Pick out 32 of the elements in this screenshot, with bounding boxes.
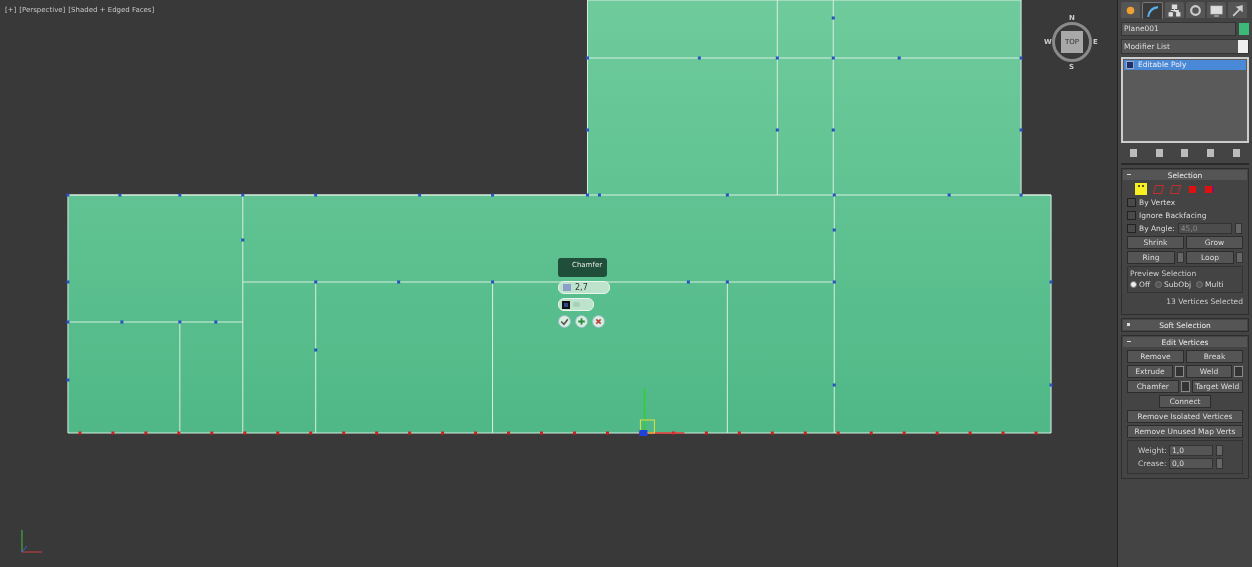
curve-icon xyxy=(1146,4,1159,18)
ring-icon xyxy=(1189,3,1202,17)
group-toggle[interactable] xyxy=(562,300,570,309)
utilities-tab[interactable] xyxy=(1228,2,1247,18)
axis-tripod-icon xyxy=(21,529,43,553)
vertex-mode-icon[interactable] xyxy=(1135,183,1147,195)
settings-icon[interactable] xyxy=(1180,381,1190,392)
display-tab[interactable] xyxy=(1207,2,1226,18)
amount-field[interactable]: 2,7 xyxy=(558,281,610,294)
create-tab[interactable] xyxy=(1121,2,1140,18)
settings-icon[interactable] xyxy=(1234,366,1243,377)
hierarchy-icon xyxy=(1168,3,1181,17)
spinner-icon[interactable] xyxy=(1216,458,1223,469)
monitor-icon xyxy=(1210,3,1223,17)
radio-button[interactable] xyxy=(1155,281,1163,288)
spinner-icon[interactable] xyxy=(1236,252,1243,263)
gizmo-icon[interactable] xyxy=(639,387,686,436)
amount-icon xyxy=(563,284,571,291)
element-mode-icon[interactable] xyxy=(1203,183,1215,195)
spinner-icon[interactable] xyxy=(1234,223,1242,234)
radio-button[interactable] xyxy=(1196,281,1204,288)
hierarchy-tab[interactable] xyxy=(1165,2,1184,18)
object-color-swatch[interactable] xyxy=(1239,23,1249,35)
radio-button[interactable] xyxy=(1130,281,1137,288)
settings-icon[interactable] xyxy=(1175,366,1184,377)
modify-tab[interactable] xyxy=(1142,2,1163,19)
polygon-mode-icon[interactable] xyxy=(1186,183,1198,195)
spinner-icon[interactable] xyxy=(1216,445,1223,456)
checkbox[interactable] xyxy=(1127,198,1136,207)
motion-tab[interactable] xyxy=(1186,2,1205,18)
spinner-icon[interactable] xyxy=(1177,252,1184,263)
checkbox[interactable] xyxy=(1127,211,1136,220)
